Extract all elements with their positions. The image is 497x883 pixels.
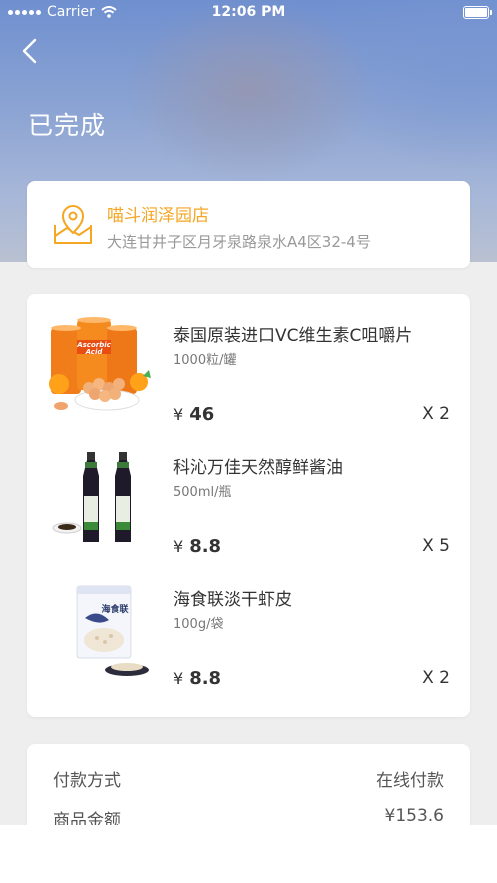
item-price: ¥46	[173, 404, 214, 425]
soy-sauce-product-image	[52, 452, 131, 542]
item-quantity: X 2	[422, 404, 450, 424]
item-name: 海食联淡干虾皮	[173, 590, 292, 610]
order-item[interactable]: 海食联 海食联淡干虾皮 100g/袋 ¥8.8 X 2	[27, 558, 470, 690]
currency-symbol: ¥	[173, 537, 184, 556]
goods-amount-value: ¥153.6	[384, 806, 444, 826]
page-title: 已完成	[28, 111, 107, 140]
currency-symbol: ¥	[173, 669, 184, 688]
item-quantity: X 2	[422, 668, 450, 688]
item-name: 泰国原装进口VC维生素C咀嚼片	[173, 326, 413, 346]
currency-symbol: ¥	[173, 405, 184, 424]
store-name: 喵斗润泽园店	[107, 206, 209, 226]
status-time: 12:06 PM	[211, 4, 286, 20]
item-spec: 500ml/瓶	[173, 485, 232, 500]
order-items-card: Ascorbic Acid 泰国原装进口VC维生素C咀嚼片 1000粒/罐 ¥4…	[27, 294, 470, 717]
item-price-value: 8.8	[189, 668, 222, 689]
item-quantity: X 5	[422, 536, 450, 556]
bottom-blank-area	[0, 825, 497, 883]
battery-icon	[463, 6, 492, 19]
item-price-value: 46	[189, 404, 215, 425]
dried-shrimp-product-image: 海食联	[76, 585, 149, 676]
payment-method-row: 付款方式 在线付款	[53, 766, 444, 791]
item-spec: 100g/袋	[173, 617, 224, 632]
item-name: 科沁万佳天然醇鲜酱油	[173, 458, 343, 478]
chevron-left-icon	[22, 38, 37, 64]
item-price-value: 8.8	[189, 536, 222, 557]
store-card[interactable]: 喵斗润泽园店 大连甘井子区月牙泉路泉水A4区32-4号	[27, 181, 470, 268]
order-item[interactable]: 科沁万佳天然醇鲜酱油 500ml/瓶 ¥8.8 X 5	[27, 426, 470, 558]
status-bar: Carrier 12:06 PM	[0, 0, 497, 24]
map-pin-icon	[54, 205, 92, 244]
product-image-text: Acid	[85, 348, 104, 356]
store-address: 大连甘井子区月牙泉路泉水A4区32-4号	[107, 233, 371, 251]
payment-method-value: 在线付款	[376, 771, 444, 791]
item-price: ¥8.8	[173, 536, 221, 557]
back-button[interactable]	[14, 34, 50, 70]
order-item[interactable]: Ascorbic Acid 泰国原装进口VC维生素C咀嚼片 1000粒/罐 ¥4…	[27, 294, 470, 426]
item-spec: 1000粒/罐	[173, 353, 237, 368]
product-image-text: 海食联	[101, 603, 129, 615]
item-price: ¥8.8	[173, 668, 221, 689]
payment-method-label: 付款方式	[53, 771, 121, 791]
vitamin-c-product-image: Ascorbic Acid	[49, 317, 151, 411]
